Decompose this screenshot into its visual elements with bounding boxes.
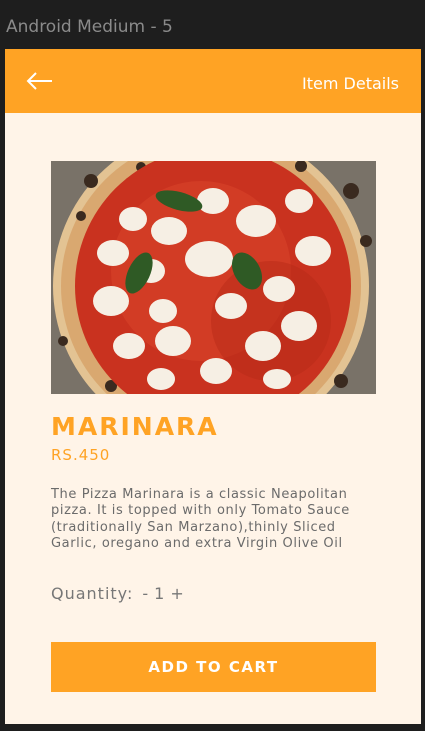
quantity-selector: Quantity: - 1 + <box>51 584 188 603</box>
add-to-cart-button[interactable]: ADD TO CART <box>51 642 376 692</box>
app-bar: Item Details <box>5 49 421 113</box>
pizza-image <box>51 161 376 394</box>
item-name: MARINARA <box>51 412 219 441</box>
back-button[interactable] <box>25 67 55 95</box>
quantity-value: 1 <box>154 584 166 603</box>
arrow-left-icon <box>26 72 52 90</box>
item-details-screen: Item Details MARINARA RS.450 The Pizza M… <box>5 49 421 724</box>
item-price: RS.450 <box>51 446 111 464</box>
page-title: Item Details <box>302 74 399 93</box>
frame-label: Android Medium - 5 <box>6 17 173 37</box>
quantity-label: Quantity: <box>51 584 134 603</box>
decrease-quantity-button[interactable]: - <box>139 584 152 603</box>
increase-quantity-button[interactable]: + <box>167 584 187 603</box>
item-description: The Pizza Marinara is a classic Neapolit… <box>51 487 350 551</box>
